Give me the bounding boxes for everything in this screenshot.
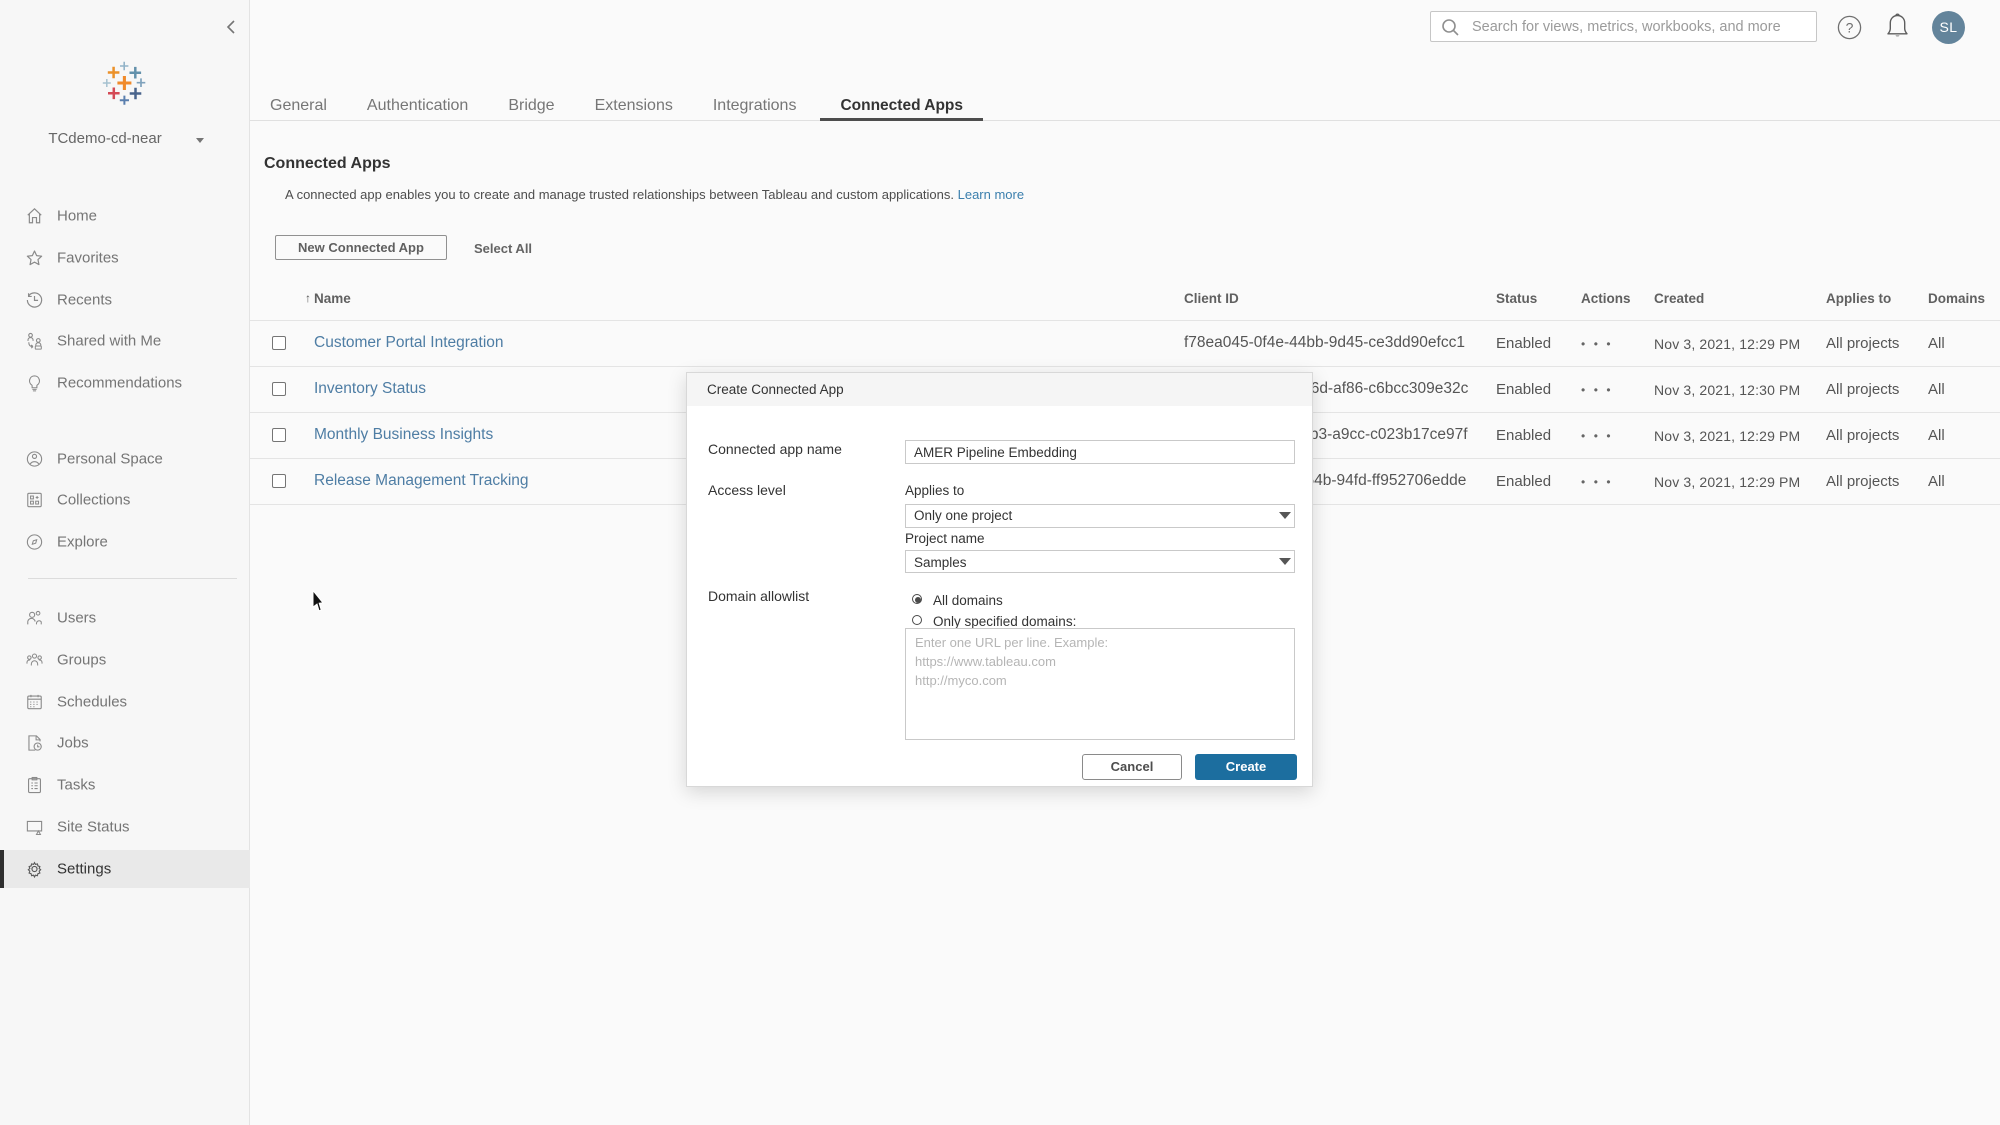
svg-text:?: ? (1846, 20, 1854, 36)
